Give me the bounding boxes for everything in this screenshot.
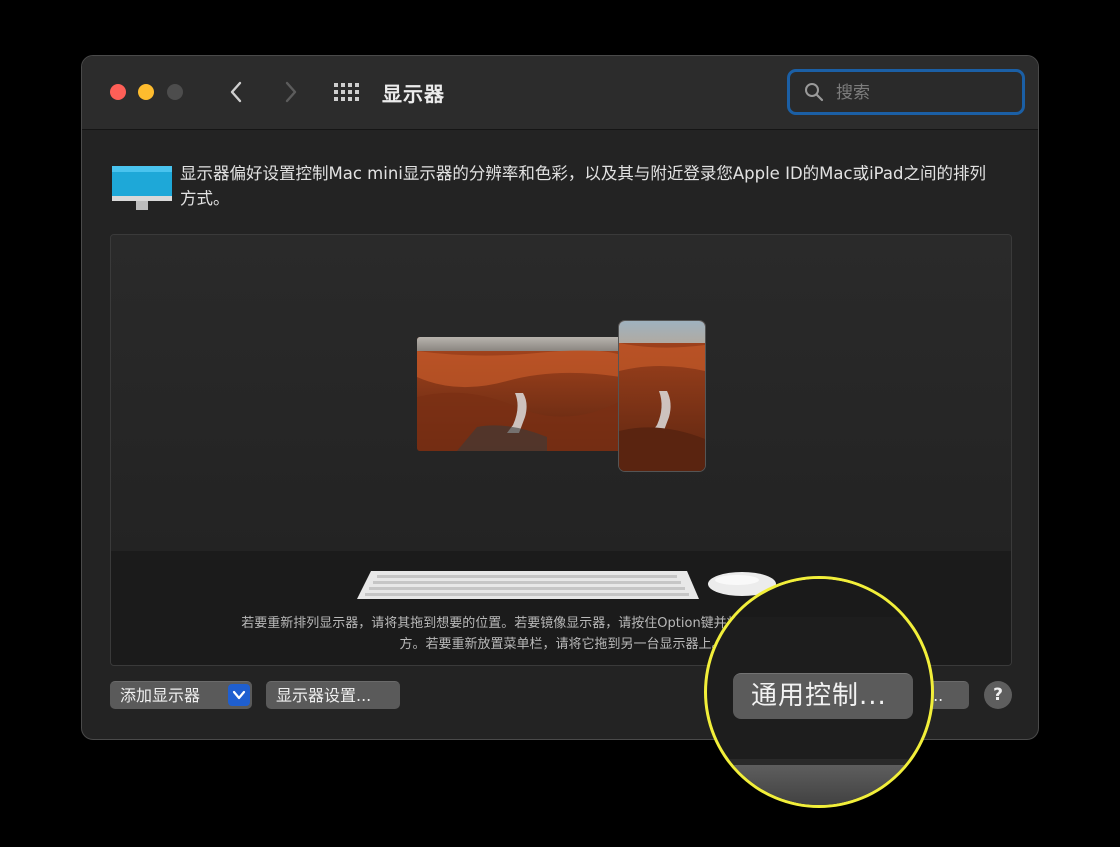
chevron-left-icon (230, 81, 242, 103)
close-button[interactable] (110, 84, 126, 100)
chevron-down-icon (232, 690, 246, 700)
popup-chevron[interactable] (228, 684, 250, 706)
window-title: 显示器 (382, 82, 445, 106)
zoom-callout: 通用控制... (704, 576, 934, 808)
add-display-label: 添加显示器 (120, 686, 201, 705)
search-field[interactable] (787, 69, 1025, 115)
help-button[interactable]: ? (984, 681, 1012, 709)
universal-control-button-zoomed[interactable]: 通用控制... (733, 673, 913, 719)
search-icon (805, 83, 824, 102)
chevron-right-icon (285, 81, 297, 103)
zoom-button[interactable] (167, 84, 183, 100)
search-input[interactable] (834, 80, 1018, 106)
add-display-button[interactable]: 添加显示器 (110, 681, 252, 709)
display-icon (112, 166, 172, 210)
main-display-thumbnail[interactable] (417, 337, 621, 451)
display-settings-button[interactable]: 显示器设置... (266, 681, 400, 709)
titlebar: 显示器 (82, 56, 1038, 130)
description-text: 显示器偏好设置控制Mac mini显示器的分辨率和色彩，以及其与附近登录您App… (180, 164, 986, 208)
ipad-display-thumbnail[interactable] (619, 321, 705, 471)
forward-button[interactable] (277, 78, 303, 106)
back-button[interactable] (224, 78, 250, 106)
minimize-button[interactable] (138, 84, 154, 100)
show-all-grid-icon[interactable] (333, 82, 361, 102)
keyboard-image (357, 571, 699, 599)
